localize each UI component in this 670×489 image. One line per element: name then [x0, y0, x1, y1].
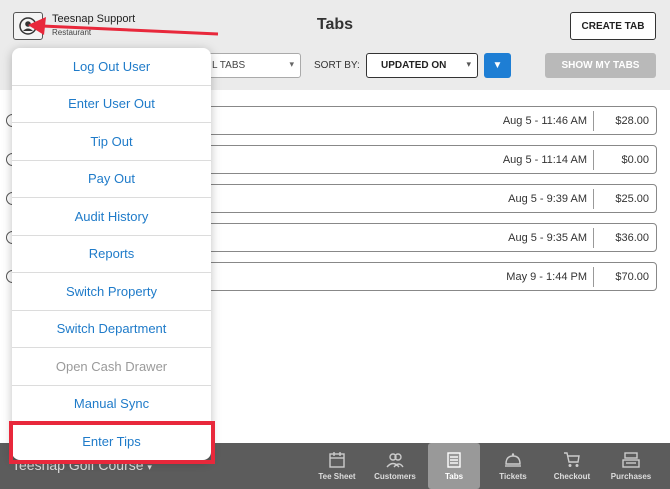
- nav-label: Tabs: [444, 472, 464, 481]
- menu-item-switch-department[interactable]: Switch Department: [12, 311, 211, 348]
- show-my-tabs-button[interactable]: SHOW MY TABS: [545, 53, 656, 78]
- tab-amount: $0.00: [621, 154, 649, 166]
- nav-label: Customers: [374, 472, 416, 481]
- tab-updated-date: Aug 5 - 9:35 AM: [508, 232, 587, 244]
- tab-updated-date: May 9 - 1:44 PM: [506, 271, 587, 283]
- sort-by-select[interactable]: UPDATED ON ▾: [366, 53, 478, 78]
- tab-amount: $70.00: [615, 271, 649, 283]
- calendar-icon: [329, 452, 345, 468]
- people-icon: [386, 453, 404, 468]
- divider: [593, 111, 594, 131]
- menu-item-open-cash-drawer: Open Cash Drawer: [12, 348, 211, 386]
- highlight-annotation-box: [9, 421, 215, 464]
- sort-by-value: UPDATED ON: [381, 60, 447, 71]
- menu-item-manual-sync[interactable]: Manual Sync: [12, 386, 211, 423]
- chevron-down-icon: ▾: [289, 59, 294, 69]
- tab-updated-date: Aug 5 - 9:39 AM: [508, 193, 587, 205]
- nav-label: Checkout: [553, 472, 591, 481]
- nav-customers[interactable]: Customers: [369, 443, 421, 489]
- tab-amount: $28.00: [615, 115, 649, 127]
- nav-label: Tickets: [499, 472, 527, 481]
- sort-direction-button[interactable]: ▼: [484, 53, 511, 78]
- chevron-down-icon: ▾: [466, 59, 471, 69]
- nav-label: Tee Sheet: [318, 472, 356, 481]
- menu-item-audit-history[interactable]: Audit History: [12, 198, 211, 236]
- menu-item-reports[interactable]: Reports: [12, 236, 211, 273]
- tab-updated-date: Aug 5 - 11:46 AM: [502, 115, 587, 127]
- nav-label: Purchases: [610, 472, 652, 481]
- menu-item-enter-user-out[interactable]: Enter User Out: [12, 86, 211, 123]
- nav-tickets[interactable]: Tickets: [487, 443, 539, 489]
- sort-by-label: SORT BY:: [314, 60, 360, 71]
- menu-item-switch-property[interactable]: Switch Property: [12, 273, 211, 311]
- header-bar: Teesnap Support Restaurant Tabs CREATE T…: [0, 0, 670, 48]
- nav-tee-sheet[interactable]: Tee Sheet: [311, 443, 363, 489]
- create-tab-button[interactable]: CREATE TAB: [570, 12, 656, 40]
- nav-tabs[interactable]: Tabs: [428, 443, 480, 489]
- user-menu-popover: Log Out User Enter User Out Tip Out Pay …: [12, 48, 211, 460]
- tab-updated-date: Aug 5 - 11:14 AM: [502, 154, 587, 166]
- nav-purchases[interactable]: Purchases: [605, 443, 657, 489]
- menu-item-tip-out[interactable]: Tip Out: [12, 123, 211, 161]
- divider: [593, 150, 594, 170]
- arrow-down-icon: ▼: [492, 60, 503, 71]
- register-icon: [622, 452, 640, 468]
- tab-filter-select[interactable]: L TABS ▾: [205, 53, 301, 78]
- menu-item-log-out-user[interactable]: Log Out User: [12, 48, 211, 86]
- tab-amount: $25.00: [615, 193, 649, 205]
- cart-icon: [564, 452, 580, 467]
- divider: [593, 267, 594, 287]
- tabs-icon: [447, 452, 461, 468]
- tab-filter-value: L TABS: [212, 60, 246, 71]
- divider: [593, 228, 594, 248]
- tab-amount: $36.00: [615, 232, 649, 244]
- divider: [593, 189, 594, 209]
- nav-checkout[interactable]: Checkout: [546, 443, 598, 489]
- cloche-icon: [505, 453, 521, 467]
- menu-item-pay-out[interactable]: Pay Out: [12, 161, 211, 198]
